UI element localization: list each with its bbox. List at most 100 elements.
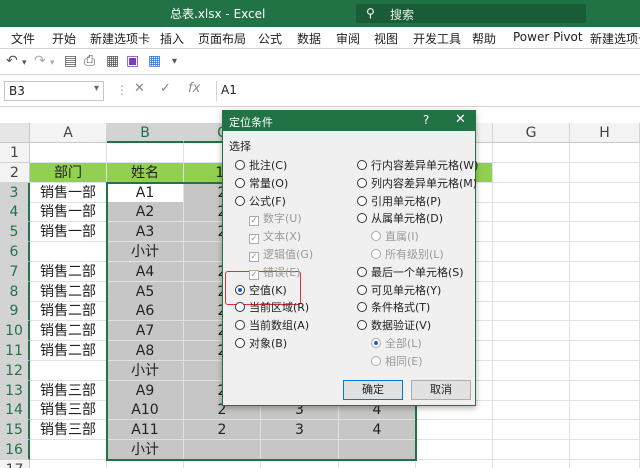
cell-b1[interactable] — [107, 143, 184, 163]
cell-h10[interactable] — [570, 321, 640, 342]
cell-b6[interactable]: 小计 — [107, 242, 184, 262]
cell-h1[interactable] — [570, 143, 640, 163]
cell-g15[interactable] — [493, 420, 570, 441]
cell-h3[interactable] — [570, 182, 640, 203]
search-box[interactable]: ⚲ 搜索 — [356, 4, 586, 23]
cell-d15[interactable]: 3 — [261, 420, 339, 441]
cell-d17[interactable] — [261, 459, 339, 468]
radio-icon[interactable] — [235, 160, 245, 170]
row-header-8[interactable]: 8 — [0, 281, 30, 302]
cell-h4[interactable] — [570, 202, 640, 223]
option-left_options-8[interactable]: 当前区域(R) — [235, 299, 309, 315]
cell-h7[interactable] — [570, 261, 640, 282]
cell-b16[interactable]: 小计 — [107, 440, 184, 460]
cell-g10[interactable] — [493, 321, 570, 342]
cell-h17[interactable] — [570, 459, 640, 468]
chevron-down-icon[interactable]: ▾ — [94, 83, 99, 94]
cell-h6[interactable] — [570, 242, 640, 262]
option-left_options-0[interactable]: 批注(C) — [235, 157, 287, 173]
cell-a5[interactable]: 销售一部 — [30, 222, 107, 243]
cell-h2[interactable] — [570, 162, 640, 183]
cell-g16[interactable] — [493, 440, 570, 460]
option-left_options-9[interactable]: 当前数组(A) — [235, 317, 309, 333]
option-left_options-1[interactable]: 常量(O) — [235, 175, 288, 191]
cell-g4[interactable] — [493, 202, 570, 223]
cell-a11[interactable]: 销售二部 — [30, 341, 107, 361]
tab-developer[interactable]: 开发工具 — [413, 30, 461, 47]
cell-f15[interactable] — [416, 420, 493, 441]
more-icon[interactable]: ▾ — [172, 56, 177, 67]
radio-icon[interactable] — [235, 320, 245, 331]
option-right_options-0[interactable]: 行内容差异单元格(W) — [357, 157, 478, 173]
cell-g13[interactable] — [493, 380, 570, 401]
radio-icon[interactable] — [357, 284, 367, 295]
cell-e15[interactable]: 4 — [339, 420, 416, 441]
cell-a13[interactable]: 销售三部 — [30, 380, 107, 401]
cell-f16[interactable] — [416, 440, 493, 460]
cell-a9[interactable]: 销售二部 — [30, 301, 107, 322]
ok-button[interactable]: 确定 — [343, 380, 403, 400]
help-icon[interactable]: ? — [423, 113, 429, 127]
tab-help[interactable]: 帮助 — [472, 30, 496, 47]
column-header-a[interactable]: A — [30, 123, 107, 143]
cell-a14[interactable]: 销售三部 — [30, 400, 107, 421]
radio-icon[interactable] — [357, 213, 367, 224]
option-left_options-10[interactable]: 对象(B) — [235, 335, 287, 351]
tab-new-1[interactable]: 新建选项卡 — [90, 30, 150, 47]
cell-b9[interactable]: A6 — [107, 301, 184, 322]
row-header-15[interactable]: 15 — [0, 420, 30, 441]
cell-h8[interactable] — [570, 281, 640, 302]
form-icon[interactable]: ▤ — [64, 53, 77, 69]
cell-a15[interactable]: 销售三部 — [30, 420, 107, 441]
cell-b12[interactable]: 小计 — [107, 360, 184, 381]
cell-e17[interactable] — [339, 459, 416, 468]
cell-g9[interactable] — [493, 301, 570, 322]
radio-icon[interactable] — [357, 177, 367, 188]
option-right_options-3[interactable]: 从属单元格(D) — [357, 210, 443, 226]
cell-a2[interactable]: 部门 — [30, 162, 107, 183]
radio-icon[interactable] — [235, 195, 245, 206]
apps-icon[interactable]: ▦ — [148, 53, 161, 69]
cell-e16[interactable] — [339, 440, 416, 460]
option-right_options-2[interactable]: 引用单元格(P) — [357, 193, 441, 209]
print-preview-icon[interactable]: ⎙ — [84, 53, 95, 69]
row-header-10[interactable]: 10 — [0, 321, 30, 342]
cell-h13[interactable] — [570, 380, 640, 401]
cell-g14[interactable] — [493, 400, 570, 421]
option-left_options-2[interactable]: 公式(F) — [235, 193, 286, 209]
row-header-14[interactable]: 14 — [0, 400, 30, 421]
column-header-g[interactable]: G — [493, 123, 570, 143]
option-left_options-7[interactable]: 空值(K) — [235, 282, 287, 298]
cell-g5[interactable] — [493, 222, 570, 243]
row-header-1[interactable]: 1 — [0, 143, 30, 163]
row-header-4[interactable]: 4 — [0, 202, 30, 223]
cell-h12[interactable] — [570, 360, 640, 381]
tab-review[interactable]: 审阅 — [336, 30, 360, 47]
tab-view[interactable]: 视图 — [374, 30, 398, 47]
cell-g1[interactable] — [493, 143, 570, 163]
tab-power-pivot[interactable]: Power Pivot — [513, 30, 583, 44]
cell-a17[interactable] — [30, 459, 107, 468]
cell-a4[interactable]: 销售一部 — [30, 202, 107, 223]
cell-b7[interactable]: A4 — [107, 261, 184, 282]
radio-icon[interactable] — [357, 302, 367, 313]
tab-file[interactable]: 文件 — [11, 30, 35, 47]
row-header-5[interactable]: 5 — [0, 222, 30, 243]
radio-icon[interactable] — [235, 302, 245, 313]
radio-icon[interactable] — [235, 177, 245, 188]
radio-icon[interactable] — [357, 195, 367, 206]
cell-a1[interactable] — [30, 143, 107, 163]
tab-data[interactable]: 数据 — [297, 30, 321, 47]
row-header-13[interactable]: 13 — [0, 380, 30, 401]
cell-c17[interactable] — [184, 459, 261, 468]
cell-g3[interactable] — [493, 182, 570, 203]
cell-g7[interactable] — [493, 261, 570, 282]
undo-dropdown-icon[interactable]: ▾ — [22, 58, 27, 68]
cell-b14[interactable]: A10 — [107, 400, 184, 421]
tab-insert[interactable]: 插入 — [160, 30, 184, 47]
cell-b11[interactable]: A8 — [107, 341, 184, 361]
radio-icon[interactable] — [235, 284, 245, 295]
option-right_options-1[interactable]: 列内容差异单元格(M) — [357, 175, 477, 191]
row-header-2[interactable]: 2 — [0, 162, 30, 183]
row-header-6[interactable]: 6 — [0, 242, 30, 262]
